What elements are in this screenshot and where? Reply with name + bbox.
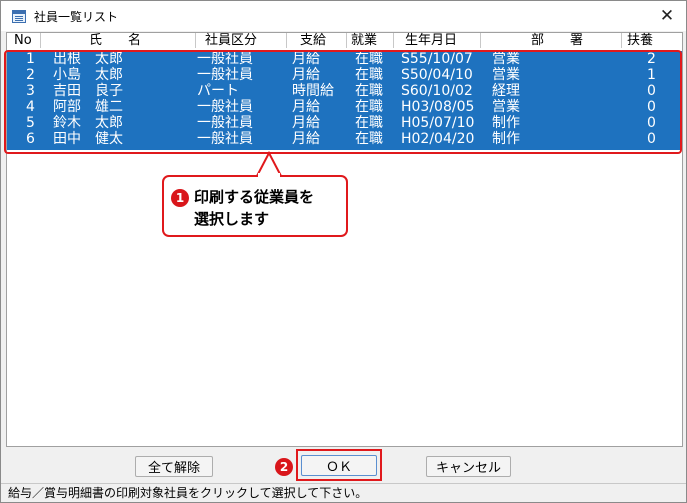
column-header-birth: 生年月日 [405, 33, 458, 48]
column-header-busho: 部 署 [531, 33, 584, 48]
column-header-kubun: 社員区分 [205, 33, 258, 48]
instruction-callout: 1 印刷する従業員を 選択します [162, 175, 348, 237]
cancel-button[interactable]: キャンセル [426, 456, 511, 477]
list-header: No 氏 名 社員区分 支給 就業 生年月日 部 署 扶養 [7, 33, 682, 48]
instruction-text: 印刷する従業員を 選択します [194, 188, 315, 228]
status-bar: 給与／賞与明細書の印刷対象社員をクリックして選択して下さい。 [1, 483, 686, 502]
selection-highlight-frame [4, 50, 682, 154]
column-header-shugyo: 就業 [351, 33, 378, 48]
callout-tail-join [258, 173, 280, 177]
step-2-badge: 2 [275, 458, 293, 476]
column-header-name: 氏 名 [89, 33, 142, 48]
title-bar: 社員一覧リスト ✕ [1, 1, 686, 31]
ok-button[interactable]: ＯＫ [301, 455, 377, 476]
close-button[interactable]: ✕ [654, 4, 680, 28]
employee-list-dialog: 社員一覧リスト ✕ No 氏 名 社員区分 支給 就業 生年月日 部 署 扶養 … [0, 0, 687, 503]
step-1-badge: 1 [171, 189, 189, 207]
column-header-fuyo: 扶養 [627, 33, 654, 48]
clear-all-button[interactable]: 全て解除 [135, 456, 213, 477]
column-header-shikyu: 支給 [300, 33, 327, 48]
app-list-icon [12, 9, 26, 23]
column-header-no: No [14, 33, 32, 48]
window-title: 社員一覧リスト [34, 9, 119, 24]
